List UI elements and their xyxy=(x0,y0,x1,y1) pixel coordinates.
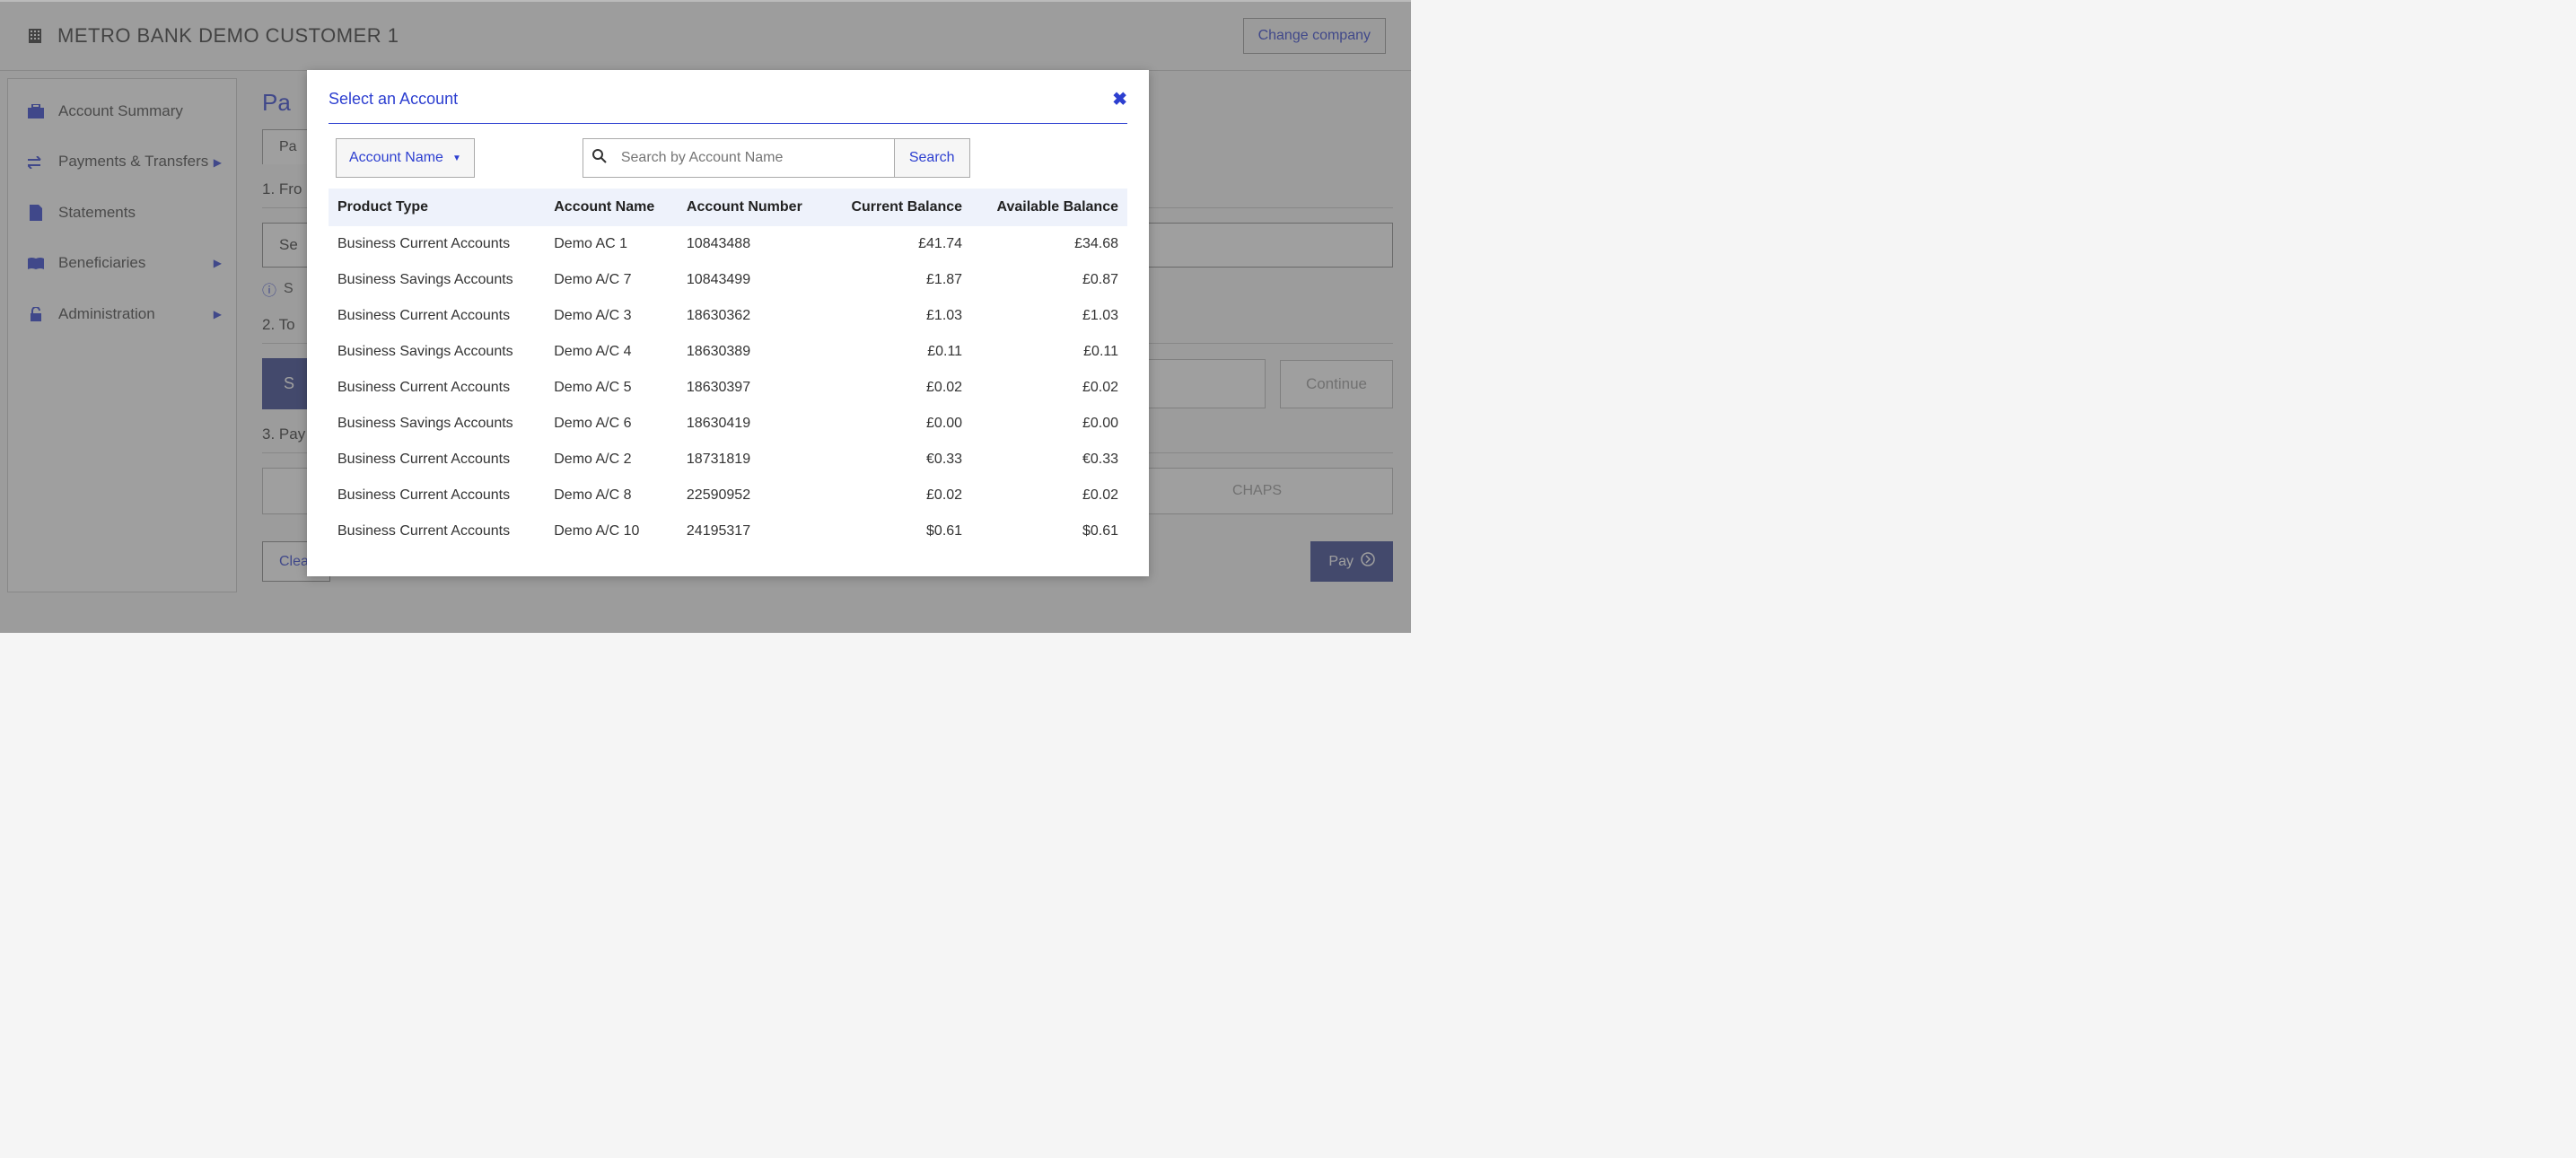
cell-account-name: Demo A/C 7 xyxy=(545,262,678,298)
cell-product-type: Business Current Accounts xyxy=(329,442,545,478)
table-row[interactable]: Business Savings AccountsDemo A/C 418630… xyxy=(329,334,1127,370)
cell-product-type: Business Current Accounts xyxy=(329,513,545,549)
cell-account-number: 24195317 xyxy=(678,513,828,549)
filter-dropdown[interactable]: Account Name ▼ xyxy=(336,138,475,178)
cell-current-balance: £1.03 xyxy=(827,298,971,334)
cell-account-name: Demo AC 1 xyxy=(545,226,678,262)
cell-current-balance: £0.11 xyxy=(827,334,971,370)
modal-title: Select an Account xyxy=(329,90,458,109)
cell-product-type: Business Savings Accounts xyxy=(329,262,545,298)
table-row[interactable]: Business Savings AccountsDemo A/C 618630… xyxy=(329,406,1127,442)
cell-account-number: 18630419 xyxy=(678,406,828,442)
cell-account-number: 10843499 xyxy=(678,262,828,298)
cell-account-number: 10843488 xyxy=(678,226,828,262)
cell-product-type: Business Current Accounts xyxy=(329,226,545,262)
table-row[interactable]: Business Current AccountsDemo A/C 218731… xyxy=(329,442,1127,478)
col-account-name[interactable]: Account Name xyxy=(545,189,678,226)
cell-available-balance: £1.03 xyxy=(971,298,1127,334)
cell-current-balance: £0.02 xyxy=(827,478,971,513)
col-current-balance[interactable]: Current Balance xyxy=(827,189,971,226)
cell-account-number: 22590952 xyxy=(678,478,828,513)
table-row[interactable]: Business Savings AccountsDemo A/C 710843… xyxy=(329,262,1127,298)
caret-down-icon: ▼ xyxy=(452,154,461,163)
cell-account-name: Demo A/C 2 xyxy=(545,442,678,478)
page-root: METRO BANK DEMO CUSTOMER 1 Change compan… xyxy=(0,0,1411,633)
cell-current-balance: £0.02 xyxy=(827,370,971,406)
cell-account-name: Demo A/C 3 xyxy=(545,298,678,334)
cell-account-name: Demo A/C 5 xyxy=(545,370,678,406)
accounts-table-head: Product Type Account Name Account Number… xyxy=(329,189,1127,226)
search-wrap: Search xyxy=(583,138,970,178)
cell-product-type: Business Current Accounts xyxy=(329,298,545,334)
cell-available-balance: £0.02 xyxy=(971,370,1127,406)
modal-controls: Account Name ▼ Search xyxy=(329,138,1127,178)
cell-product-type: Business Savings Accounts xyxy=(329,406,545,442)
cell-account-number: 18630389 xyxy=(678,334,828,370)
table-row[interactable]: Business Current AccountsDemo A/C 318630… xyxy=(329,298,1127,334)
cell-account-name: Demo A/C 8 xyxy=(545,478,678,513)
cell-product-type: Business Current Accounts xyxy=(329,478,545,513)
cell-account-number: 18630397 xyxy=(678,370,828,406)
cell-account-name: Demo A/C 6 xyxy=(545,406,678,442)
accounts-table: Product Type Account Name Account Number… xyxy=(329,189,1127,549)
accounts-table-body: Business Current AccountsDemo AC 1108434… xyxy=(329,226,1127,549)
cell-product-type: Business Current Accounts xyxy=(329,370,545,406)
cell-available-balance: £0.00 xyxy=(971,406,1127,442)
table-row[interactable]: Business Current AccountsDemo A/C 102419… xyxy=(329,513,1127,549)
cell-available-balance: £0.11 xyxy=(971,334,1127,370)
cell-account-name: Demo A/C 4 xyxy=(545,334,678,370)
cell-current-balance: $0.61 xyxy=(827,513,971,549)
search-input[interactable] xyxy=(616,139,894,177)
search-icon xyxy=(583,149,616,168)
modal-header: Select an Account ✖ xyxy=(329,88,1127,124)
select-account-modal: Select an Account ✖ Account Name ▼ Searc… xyxy=(307,70,1149,576)
cell-current-balance: €0.33 xyxy=(827,442,971,478)
cell-product-type: Business Savings Accounts xyxy=(329,334,545,370)
cell-current-balance: £0.00 xyxy=(827,406,971,442)
close-icon[interactable]: ✖ xyxy=(1112,88,1127,110)
table-row[interactable]: Business Current AccountsDemo A/C 822590… xyxy=(329,478,1127,513)
col-account-number[interactable]: Account Number xyxy=(678,189,828,226)
cell-current-balance: £1.87 xyxy=(827,262,971,298)
col-available-balance[interactable]: Available Balance xyxy=(971,189,1127,226)
cell-available-balance: $0.61 xyxy=(971,513,1127,549)
cell-account-number: 18630362 xyxy=(678,298,828,334)
cell-available-balance: £34.68 xyxy=(971,226,1127,262)
cell-available-balance: £0.87 xyxy=(971,262,1127,298)
cell-available-balance: £0.02 xyxy=(971,478,1127,513)
col-product-type[interactable]: Product Type xyxy=(329,189,545,226)
search-button[interactable]: Search xyxy=(894,139,969,177)
table-row[interactable]: Business Current AccountsDemo A/C 518630… xyxy=(329,370,1127,406)
table-row[interactable]: Business Current AccountsDemo AC 1108434… xyxy=(329,226,1127,262)
cell-account-number: 18731819 xyxy=(678,442,828,478)
cell-account-name: Demo A/C 10 xyxy=(545,513,678,549)
cell-current-balance: £41.74 xyxy=(827,226,971,262)
filter-dropdown-label: Account Name xyxy=(349,150,443,166)
cell-available-balance: €0.33 xyxy=(971,442,1127,478)
